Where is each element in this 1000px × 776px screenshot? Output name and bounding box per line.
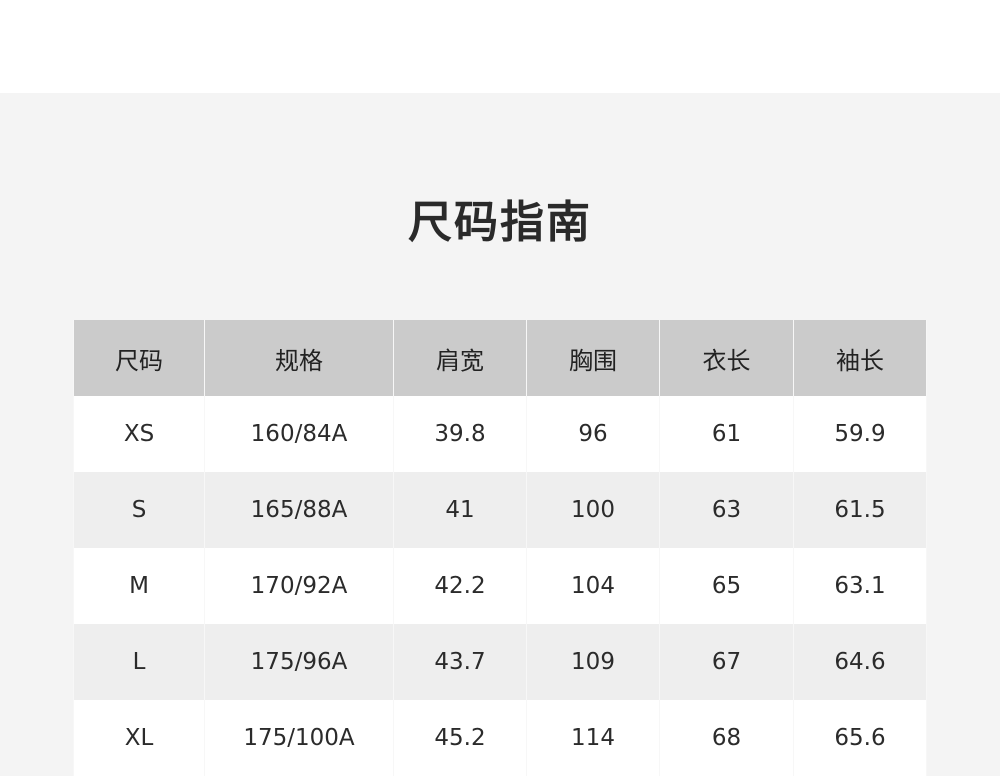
- table-row: XS 160/84A 39.8 96 61 59.9: [73, 396, 927, 472]
- cell-sleeve: 61.5: [793, 472, 927, 548]
- column-header-shoulder: 肩宽: [393, 320, 527, 396]
- cell-chest: 104: [526, 548, 660, 624]
- column-header-sleeve: 袖长: [793, 320, 927, 396]
- cell-chest: 109: [526, 624, 660, 700]
- cell-shoulder: 45.2: [393, 700, 527, 776]
- table-row: M 170/92A 42.2 104 65 63.1: [73, 548, 927, 624]
- cell-sleeve: 64.6: [793, 624, 927, 700]
- cell-length: 67: [659, 624, 794, 700]
- cell-size: L: [73, 624, 205, 700]
- cell-size: S: [73, 472, 205, 548]
- cell-sleeve: 63.1: [793, 548, 927, 624]
- cell-size: M: [73, 548, 205, 624]
- cell-shoulder: 42.2: [393, 548, 527, 624]
- cell-spec: 165/88A: [204, 472, 394, 548]
- cell-chest: 100: [526, 472, 660, 548]
- cell-sleeve: 59.9: [793, 396, 927, 472]
- column-header-spec: 规格: [204, 320, 394, 396]
- cell-size: XL: [73, 700, 205, 776]
- cell-spec: 160/84A: [204, 396, 394, 472]
- size-table: 尺码 规格 肩宽 胸围 衣长 袖长 XS 160/84A 39.8 96 61 …: [73, 320, 927, 776]
- cell-length: 61: [659, 396, 794, 472]
- page-title: 尺码指南: [408, 197, 592, 248]
- column-header-chest: 胸围: [526, 320, 660, 396]
- cell-length: 65: [659, 548, 794, 624]
- cell-spec: 175/96A: [204, 624, 394, 700]
- column-header-length: 衣长: [659, 320, 794, 396]
- cell-size: XS: [73, 396, 205, 472]
- cell-chest: 114: [526, 700, 660, 776]
- cell-shoulder: 39.8: [393, 396, 527, 472]
- cell-sleeve: 65.6: [793, 700, 927, 776]
- cell-shoulder: 41: [393, 472, 527, 548]
- cell-length: 63: [659, 472, 794, 548]
- cell-length: 68: [659, 700, 794, 776]
- cell-spec: 175/100A: [204, 700, 394, 776]
- cell-shoulder: 43.7: [393, 624, 527, 700]
- table-row: L 175/96A 43.7 109 67 64.6: [73, 624, 927, 700]
- cell-spec: 170/92A: [204, 548, 394, 624]
- column-header-size: 尺码: [73, 320, 205, 396]
- table-header-row: 尺码 规格 肩宽 胸围 衣长 袖长: [73, 320, 927, 396]
- table-row: S 165/88A 41 100 63 61.5: [73, 472, 927, 548]
- top-band: [0, 0, 1000, 93]
- table-row: XL 175/100A 45.2 114 68 65.6: [73, 700, 927, 776]
- cell-chest: 96: [526, 396, 660, 472]
